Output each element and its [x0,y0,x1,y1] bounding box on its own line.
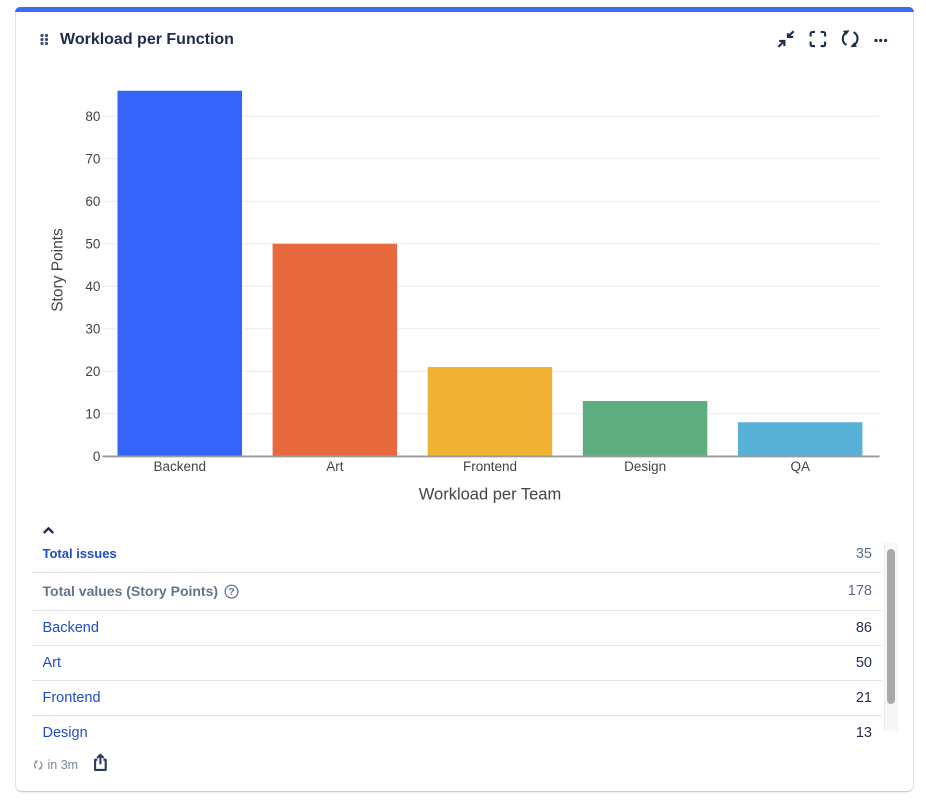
svg-text:60: 60 [85,194,100,209]
svg-text:50: 50 [85,237,100,252]
svg-text:Frontend: Frontend [463,459,517,474]
svg-text:40: 40 [85,279,100,294]
svg-text:70: 70 [85,152,100,167]
svg-text:QA: QA [790,459,810,474]
svg-text:30: 30 [85,322,100,337]
svg-text:20: 20 [85,364,100,379]
svg-text:Backend: Backend [154,459,207,474]
svg-text:Art: Art [326,459,344,474]
svg-text:Story Points: Story Points [50,228,67,312]
svg-text:10: 10 [85,407,100,422]
svg-text:0: 0 [93,449,101,464]
svg-text:Design: Design [624,459,666,474]
svg-text:?: ? [228,587,234,598]
svg-text:Workload per Team: Workload per Team [419,485,561,503]
svg-text:80: 80 [85,109,100,124]
